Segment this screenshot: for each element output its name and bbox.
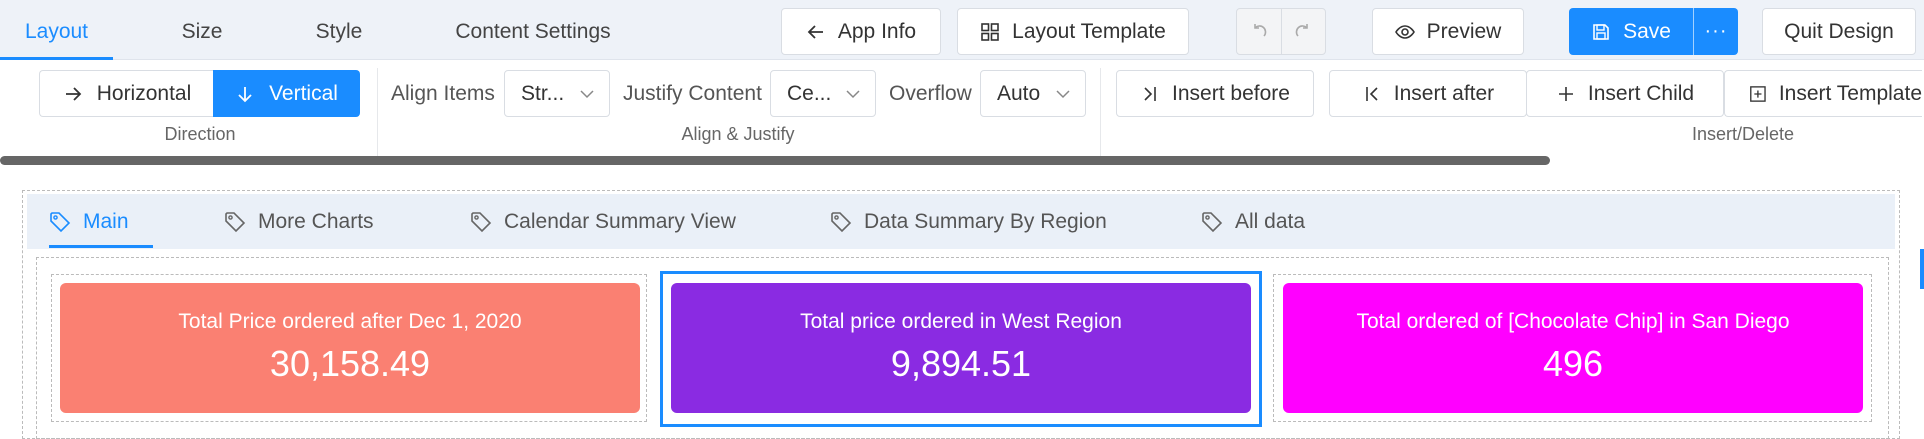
ribbon-divider [377,68,378,156]
arrow-right-icon [65,86,81,101]
resize-handle[interactable] [1920,249,1924,289]
ribbon-divider [1100,68,1101,156]
plus-icon [1558,86,1573,101]
tab-main[interactable]: Main [49,194,153,249]
insert-before-label: Insert before [1172,81,1290,105]
save-button[interactable]: Save [1569,8,1693,55]
tag-icon [1202,211,1223,232]
insert-before-button[interactable]: Insert before [1116,70,1314,117]
tab-more-charts[interactable]: More Charts [224,194,374,249]
undo-button[interactable] [1237,9,1281,54]
insert-after-icon [1365,86,1378,101]
tab-size[interactable]: Size [172,0,232,60]
kpi-card-value: 496 [1542,343,1604,384]
app-info-button[interactable]: App Info [781,8,941,55]
tag-icon [471,211,492,232]
redo-button[interactable] [1280,9,1326,54]
tab-more-charts-label: More Charts [258,209,374,233]
chevron-down-icon [846,90,860,99]
layout-template-label: Layout Template [1012,19,1166,43]
kpi-card[interactable]: Total Price ordered after Dec 1, 2020 30… [60,283,640,413]
direction-vertical-button[interactable]: Vertical [213,70,360,117]
save-icon [1593,23,1609,40]
insert-template-button[interactable]: Insert Template [1724,70,1922,117]
overflow-label: Overflow [889,82,972,105]
direction-horizontal-button[interactable]: Horizontal [39,70,214,117]
preview-button[interactable]: Preview [1372,8,1524,55]
kpi-card-title: Total price ordered in West Region [800,310,1122,333]
kpi-card[interactable]: Total ordered of [Chocolate Chip] in San… [1283,283,1863,413]
align-justify-group-label: Align & Justify [681,124,795,144]
kpi-card-title: Total Price ordered after Dec 1, 2020 [178,310,522,333]
tab-data-summary-by-region[interactable]: Data Summary By Region [830,194,1107,249]
kpi-card[interactable]: Total price ordered in West Region 9,894… [671,283,1251,413]
app-info-label: App Info [837,19,917,43]
tab-calendar-summary-view-label: Calendar Summary View [504,209,736,233]
direction-horizontal-label: Horizontal [96,81,192,105]
overflow-select[interactable]: Auto [980,70,1086,117]
grid-icon [981,22,999,41]
tab-calendar-summary-view[interactable]: Calendar Summary View [470,194,736,249]
tab-all-data-label: All data [1235,209,1306,233]
tag-icon [50,211,71,232]
insert-after-button[interactable]: Insert after [1329,70,1527,117]
insert-child-button[interactable]: Insert Child [1526,70,1724,117]
insert-before-icon [1144,86,1156,101]
undo-redo-group [1236,8,1326,55]
ribbon-horizontal-scrollbar[interactable] [0,156,1550,165]
redo-icon [1295,23,1309,37]
kpi-card-value: 9,894.51 [890,343,1032,384]
tag-icon [831,211,852,232]
save-button-group: Save ··· [1569,8,1738,55]
insert-child-label: Insert Child [1587,81,1695,105]
align-items-label: Align Items [391,82,495,105]
overflow-value: Auto [997,81,1041,105]
eye-icon [1394,24,1415,39]
layout-template-button[interactable]: Layout Template [957,8,1189,55]
justify-content-select[interactable]: Ce... [770,70,876,117]
kpi-card-value: 30,158.49 [269,343,431,384]
tag-icon [225,211,246,232]
preview-label: Preview [1426,19,1502,43]
quit-design-label: Quit Design [1784,19,1894,43]
save-label: Save [1623,19,1671,43]
arrow-left-icon [807,24,823,39]
plus-square-icon [1750,85,1766,102]
tab-all-data[interactable]: All data [1201,194,1305,249]
tab-layout[interactable]: Layout [0,0,113,60]
top-toolbar: Layout Size Style Content Settings App I… [0,0,1924,60]
direction-vertical-label: Vertical [269,81,338,105]
chevron-down-icon [1056,90,1070,99]
tab-style[interactable]: Style [308,0,370,60]
tab-content-settings[interactable]: Content Settings [448,0,618,60]
chevron-down-icon [580,90,594,99]
kpi-card-title: Total ordered of [Chocolate Chip] in San… [1356,310,1790,333]
justify-content-value: Ce... [787,81,832,105]
undo-icon [1253,23,1267,37]
save-more-button[interactable]: ··· [1693,8,1738,55]
arrow-down-icon [238,86,252,102]
direction-group-label: Direction [164,124,236,144]
quit-design-button[interactable]: Quit Design [1762,8,1916,55]
align-items-value: Str... [521,81,565,105]
justify-content-label: Justify Content [623,82,762,105]
insert-template-label: Insert Template [1778,81,1922,105]
tab-main-label: Main [83,209,129,233]
tab-data-summary-by-region-label: Data Summary By Region [864,209,1107,233]
align-items-select[interactable]: Str... [504,70,610,117]
insert-delete-group-label: Insert/Delete [1691,124,1795,144]
insert-after-label: Insert after [1393,81,1495,105]
